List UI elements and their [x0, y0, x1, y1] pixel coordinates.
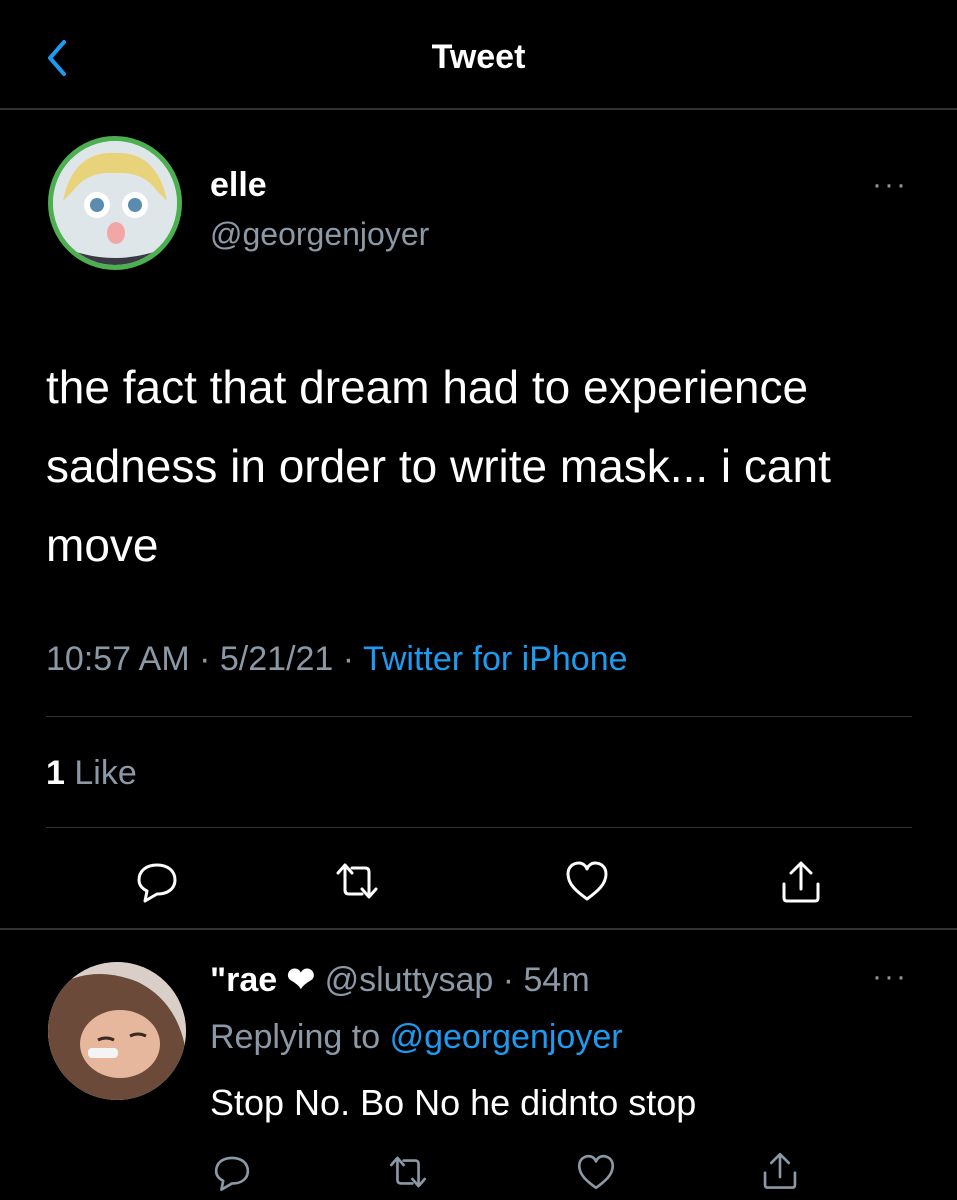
- tweet-source-link[interactable]: Twitter for iPhone: [363, 640, 628, 678]
- tweet-time: 10:57 AM: [46, 640, 190, 678]
- tweet-date: 5/21/21: [219, 640, 334, 678]
- meta-separator: ·: [199, 640, 211, 678]
- more-options-icon[interactable]: ···: [872, 168, 908, 202]
- replying-prefix: Replying to: [210, 1018, 381, 1056]
- avatar[interactable]: [48, 962, 186, 1100]
- likes-count[interactable]: 1 Like: [46, 754, 137, 793]
- retweet-icon[interactable]: [386, 1150, 430, 1194]
- like-icon[interactable]: [562, 856, 612, 906]
- divider: [46, 716, 912, 717]
- heart-emoji: ❤: [286, 961, 316, 999]
- reply-age: 54m: [523, 961, 590, 999]
- reply-icon[interactable]: [132, 856, 182, 906]
- retweet-icon[interactable]: [332, 856, 382, 906]
- divider: [46, 827, 912, 828]
- author-name[interactable]: elle: [210, 166, 267, 205]
- meta-separator: ·: [502, 961, 515, 999]
- likes-label: Like: [74, 754, 137, 792]
- share-icon[interactable]: [758, 1148, 802, 1192]
- avatar[interactable]: [48, 136, 182, 270]
- reply-icon[interactable]: [210, 1150, 254, 1194]
- reply-author-name[interactable]: "rae: [210, 961, 277, 999]
- reply-author-handle[interactable]: @sluttysap: [325, 961, 494, 999]
- more-options-icon[interactable]: ···: [872, 960, 908, 994]
- reply-text: Stop No. Bo No he didnto stop: [210, 1082, 697, 1123]
- divider: [0, 928, 957, 930]
- like-icon[interactable]: [574, 1150, 618, 1194]
- tweet-text: the fact that dream had to experience sa…: [46, 361, 831, 571]
- page-title: Tweet: [431, 38, 526, 76]
- replying-mention-link[interactable]: @georgenjoyer: [390, 1018, 623, 1056]
- tweet-meta: 10:57 AM · 5/21/21 · Twitter for iPhone: [46, 640, 628, 679]
- reply-header: "rae ❤ @sluttysap · 54m: [210, 960, 590, 1000]
- replying-to: Replying to @georgenjoyer: [210, 1018, 623, 1057]
- share-icon[interactable]: [776, 856, 826, 906]
- likes-number: 1: [46, 754, 65, 792]
- meta-separator: ·: [342, 640, 355, 678]
- author-handle[interactable]: @georgenjoyer: [210, 216, 429, 253]
